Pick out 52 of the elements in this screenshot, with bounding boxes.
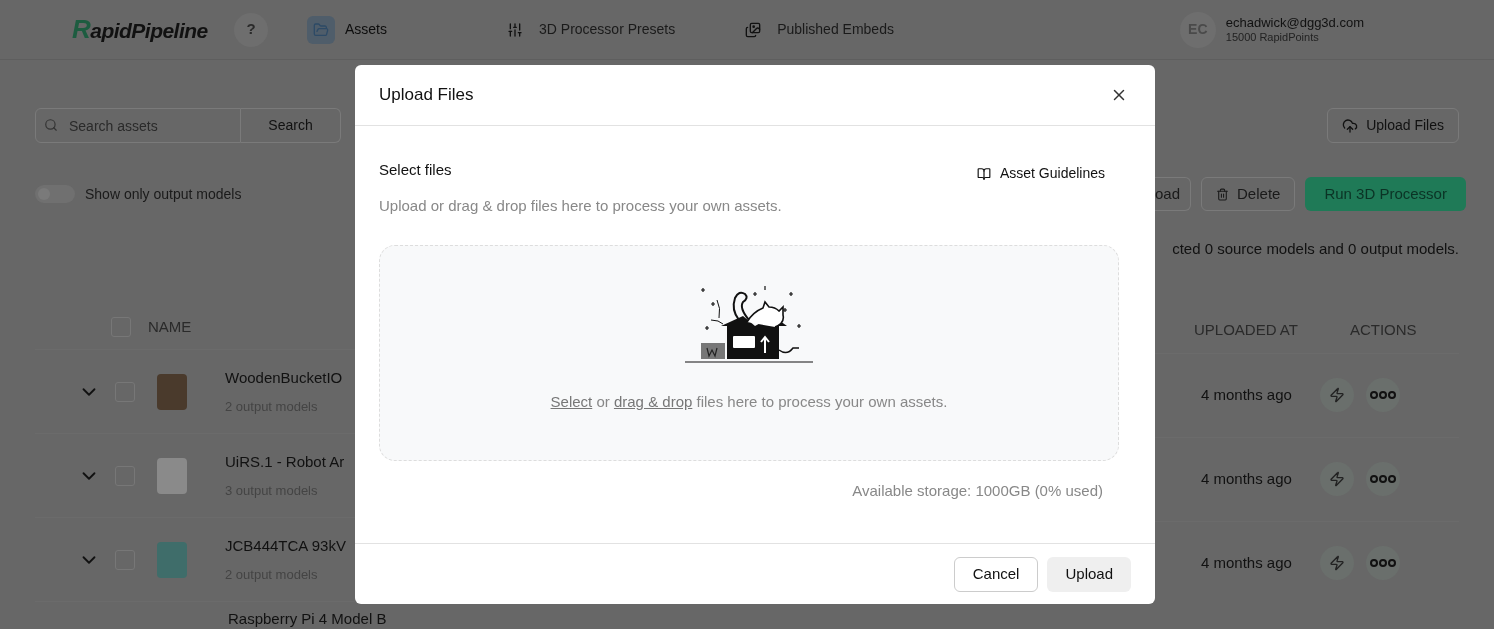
column-header: UPLOADED AT	[1194, 320, 1298, 341]
storage-info: Available storage: 1000GB (0% used)	[852, 480, 1103, 501]
logo[interactable]: RapidPipeline	[72, 10, 212, 49]
help-button[interactable]: ?	[234, 12, 268, 47]
nav-link[interactable]: 3D Processor Presets	[501, 15, 696, 44]
more-button[interactable]	[1365, 462, 1400, 496]
process-button[interactable]	[1319, 546, 1354, 580]
delete-button[interactable]: Delete	[1201, 177, 1296, 211]
more-icon	[1369, 558, 1396, 568]
nav-link[interactable]: Published Embeds	[739, 15, 894, 44]
more-button[interactable]	[1365, 378, 1400, 412]
lightning-icon	[1328, 471, 1345, 487]
cloud-upload-icon	[1342, 117, 1359, 134]
more-icon	[1369, 390, 1396, 400]
asset-name[interactable]: Raspberry Pi 4 Model B	[228, 610, 387, 627]
asset-guidelines-link[interactable]: Asset Guidelines	[976, 163, 1105, 184]
upload-button[interactable]: Upload	[1047, 556, 1131, 592]
dialog-title: Upload Files	[379, 84, 474, 107]
lightning-icon	[1328, 387, 1345, 403]
drop-zone-text: Select or drag & drop files here to process your own assets.	[550, 391, 948, 412]
process-button[interactable]	[1319, 462, 1354, 496]
search-field[interactable]: Search assets	[35, 108, 241, 143]
upload-files-button[interactable]: Upload Files	[1327, 108, 1459, 143]
user-email: echadwick@dgg3d.com	[1225, 14, 1364, 31]
search-icon	[44, 118, 58, 132]
more-button[interactable]	[1365, 546, 1400, 580]
section-subtitle: Upload or drag & drop files here to process your own assets.	[379, 196, 783, 216]
column-header: ACTIONS	[1349, 320, 1417, 341]
cancel-button[interactable]: Cancel	[953, 556, 1039, 592]
folder-icon	[307, 15, 335, 44]
asset-name[interactable]: UiRS.1 - Robot Ar	[225, 450, 345, 473]
run-processor-button[interactable]: Run 3D Processor	[1305, 177, 1466, 211]
upload-time: 4 months ago	[1201, 468, 1292, 489]
trash-icon	[1216, 187, 1230, 201]
asset-name[interactable]: WoodenBucketIO	[225, 366, 343, 389]
lightning-icon	[1328, 555, 1345, 571]
upload-time: 4 months ago	[1201, 552, 1292, 573]
more-icon	[1369, 474, 1396, 484]
upload-time: 4 months ago	[1201, 384, 1292, 405]
section-title: Select files	[379, 160, 452, 180]
search-button[interactable]: Search	[241, 108, 341, 143]
drop-zone[interactable]: Select or drag & drop files here to process your own assets.	[379, 244, 1119, 461]
process-button[interactable]	[1319, 378, 1354, 412]
text-link[interactable]: Select	[550, 392, 593, 410]
column-header: NAME	[148, 316, 192, 337]
asset-name[interactable]: JCB444TCA 93kV	[225, 534, 346, 557]
nav-link[interactable]: Assets	[307, 15, 457, 44]
user-points: 15000 RapidPoints	[1225, 30, 1320, 45]
selection-status: cted 0 source models and 0 output models.	[1172, 239, 1459, 259]
book-icon	[976, 166, 991, 181]
toggle-label: Show only output models	[85, 184, 242, 204]
text-link[interactable]: drag & drop	[613, 392, 693, 410]
